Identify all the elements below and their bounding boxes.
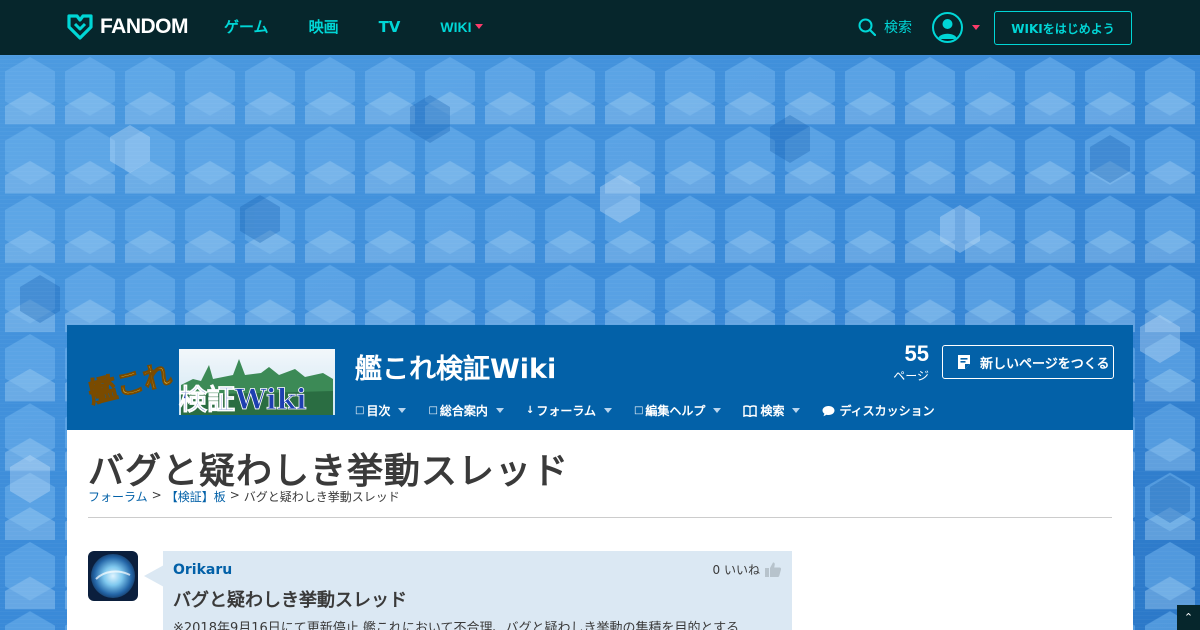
wiki-nav-label: フォーラム [536, 404, 596, 418]
breadcrumb-link-forum[interactable]: フォーラム [88, 488, 148, 505]
user-menu[interactable] [932, 12, 980, 43]
chevron-down-icon [495, 408, 504, 413]
wiki-nav-label: 検索 [760, 404, 785, 418]
link-icon: ↓ [525, 405, 535, 416]
fandom-global-nav: FANDOM ゲーム 映画 TV WIKI 検索 WIKIをはじめよう [0, 0, 1200, 55]
start-wiki-button[interactable]: WIKIをはじめよう [994, 11, 1132, 45]
speech-tail [144, 565, 164, 587]
menu-icon: □ [355, 405, 365, 416]
wiki-nav-guide[interactable]: □ 総合案内 [428, 402, 504, 419]
breadcrumb-current: バグと疑わしき挙動スレッド [243, 490, 400, 504]
chevron-down-icon [398, 408, 407, 413]
avatar[interactable] [88, 551, 138, 601]
chevron-down-icon [792, 408, 801, 413]
post-title: バグと疑わしき挙動スレッド [173, 590, 407, 611]
page-counter: 55 ページ [879, 341, 929, 384]
breadcrumb-separator: > [151, 488, 162, 502]
search-icon [858, 18, 876, 36]
wiki-nav-label: 編集ヘルプ [645, 404, 706, 418]
search-label: 検索 [884, 20, 912, 36]
scroll-to-top-button[interactable]: ⌃ [1177, 605, 1200, 630]
fandom-logo[interactable]: FANDOM [66, 13, 189, 41]
forum-post: Orikaru 0 いいね バグと疑わしき挙動スレッド ※2018年9月16日に… [163, 551, 792, 630]
page-count-number: 55 [904, 341, 929, 366]
chevron-down-icon [713, 408, 722, 413]
wiki-nav-label: 総合案内 [439, 404, 488, 418]
global-search-button[interactable]: 検索 [858, 17, 912, 37]
chevron-down-icon [603, 408, 612, 413]
new-page-label: 新しいページをつくる [980, 356, 1110, 372]
nav-tv[interactable]: TV [379, 16, 401, 37]
page-count-label: ページ [893, 369, 929, 383]
wiki-header: 艦これ 検証Wiki 艦これ検証Wiki 55 ページ 新しいページをつくる □… [67, 325, 1133, 430]
nav-wiki-dropdown[interactable]: WIKI [440, 16, 483, 37]
logo-kancolle-text: 艦これ [85, 357, 175, 409]
wiki-logo[interactable]: 艦これ 検証Wiki [83, 339, 339, 417]
post-author-link[interactable]: Orikaru [173, 562, 232, 578]
wiki-nav-forum[interactable]: ↓ フォーラム [526, 402, 612, 419]
new-page-button[interactable]: 新しいページをつくる [942, 345, 1114, 379]
global-nav-menu: ゲーム 映画 TV WIKI [224, 16, 523, 37]
wiki-title[interactable]: 艦これ検証Wiki [355, 347, 556, 386]
wiki-nav-search[interactable]: 検索 [743, 402, 801, 419]
breadcrumb-separator: > [229, 488, 240, 502]
wiki-nav-edit-help[interactable]: □ 編集ヘルプ [633, 402, 722, 419]
chevron-down-icon [972, 25, 980, 30]
fandom-wordmark: FANDOM [100, 15, 189, 38]
like-count: 0 いいね [712, 563, 760, 577]
page-title: バグと疑わしき挙動スレッド [88, 451, 570, 492]
menu-icon: □ [633, 405, 644, 416]
wiki-nav-discussions[interactable]: ディスカッション [822, 402, 935, 419]
fandom-heart-icon [67, 14, 93, 40]
post-body: ※2018年9月16日にて更新停止 艦これにおいて不合理、バグと疑わしき挙動の集… [173, 621, 740, 630]
menu-icon: □ [428, 405, 438, 416]
like-counter[interactable]: 0 いいね [713, 561, 782, 578]
wiki-nav-contents[interactable]: □ 目次 [355, 402, 407, 419]
wiki-local-nav: □ 目次 □ 総合案内 ↓ フォーラム □ 編集ヘルプ 検索 ディスカッション [355, 402, 957, 419]
nav-wiki-label: WIKI [440, 18, 472, 35]
new-page-icon [958, 355, 970, 369]
user-avatar-icon [932, 12, 963, 43]
nav-games[interactable]: ゲーム [224, 16, 269, 37]
logo-kensho-text: 検証Wiki [179, 383, 307, 416]
chevron-up-icon: ⌃ [1183, 611, 1194, 624]
wiki-nav-label: ディスカッション [839, 404, 935, 418]
divider [88, 517, 1112, 518]
breadcrumb-link-board[interactable]: 【検証】板 [166, 488, 226, 505]
thumbs-up-icon [765, 562, 782, 577]
speech-bubble-icon [822, 405, 835, 416]
book-icon [743, 404, 758, 417]
breadcrumb: フォーラム > 【検証】板 > バグと疑わしき挙動スレッド [88, 488, 400, 505]
chevron-down-icon [474, 24, 483, 29]
article-content: バグと疑わしき挙動スレッド フォーラム > 【検証】板 > バグと疑わしき挙動ス… [67, 430, 1133, 630]
nav-movies[interactable]: 映画 [309, 16, 339, 37]
wiki-nav-label: 目次 [366, 404, 391, 418]
